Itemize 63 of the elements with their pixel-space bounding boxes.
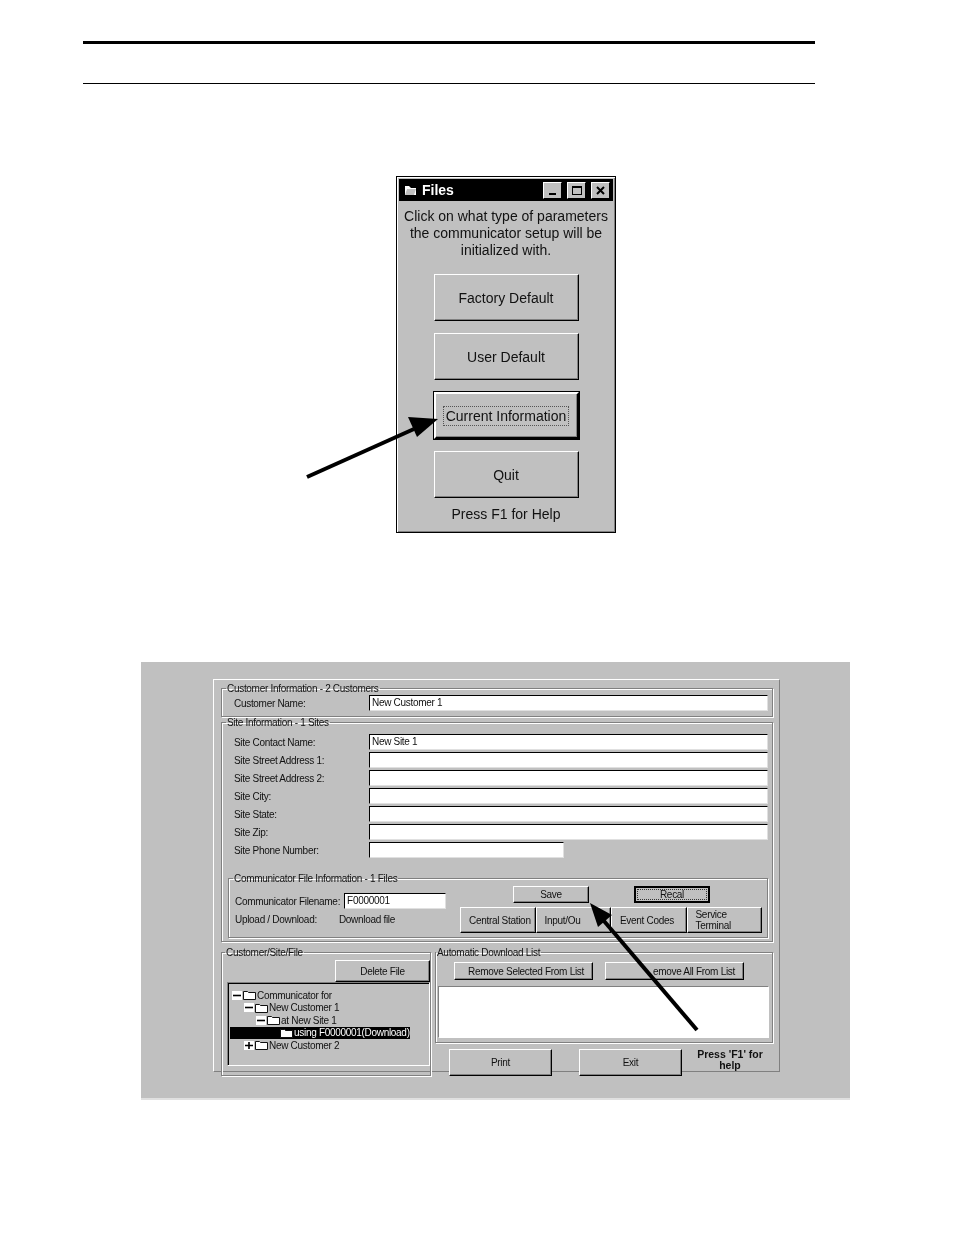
maximize-button[interactable] [567, 181, 586, 199]
folder-icon [255, 1002, 268, 1013]
expand-icon[interactable] [244, 1040, 254, 1050]
field-label: Upload / Download: [235, 914, 317, 925]
mode-value: Download file [338, 914, 396, 925]
field-label: Communicator Filename: [235, 895, 341, 907]
section-button[interactable]: Service Terminal [686, 907, 762, 933]
tree-item[interactable]: New Customer 1 [230, 1001, 340, 1014]
option-button[interactable]: Factory Default [433, 274, 579, 321]
folder-icon [280, 1027, 293, 1038]
input-field[interactable] [369, 824, 768, 840]
tree-item[interactable]: Communicator for [230, 989, 332, 1002]
collapse-icon[interactable] [256, 1015, 266, 1025]
section-button[interactable]: Event Codes [611, 907, 687, 933]
collapse-icon[interactable] [244, 1003, 254, 1013]
tree-item[interactable]: using F0000001(Download) [230, 1026, 410, 1039]
section-button[interactable]: Central Station [460, 907, 536, 933]
close-icon [596, 185, 605, 195]
input-field[interactable] [369, 752, 768, 768]
group-title: Customer Information - 2 Customers [226, 683, 380, 694]
group-title: Customer/Site/File [225, 947, 304, 958]
field-label: Site Zip: [234, 826, 269, 838]
group-title: Site Information - 1 Sites [226, 717, 330, 728]
field-label: Site Street Address 2: [234, 772, 326, 784]
group-title: Automatic Download List [436, 947, 542, 958]
list-button[interactable]: Remove Selected From List [454, 962, 593, 980]
option-button[interactable]: Current Information [433, 392, 579, 439]
list-button[interactable]: emove All From List [605, 962, 744, 980]
minimize-icon [549, 192, 556, 195]
close-button[interactable] [591, 181, 610, 199]
collapse-icon[interactable] [232, 990, 242, 1000]
maximize-icon [571, 185, 582, 195]
action-button[interactable]: Save [513, 886, 589, 903]
footer-button[interactable]: Exit [579, 1049, 682, 1076]
tree-item[interactable]: New Customer 2 [230, 1039, 340, 1052]
input-field[interactable] [369, 770, 768, 786]
field-label: Site Contact Name: [234, 736, 317, 748]
action-button[interactable]: Recal [634, 886, 710, 903]
tree-item[interactable]: at New Site 1 [230, 1014, 337, 1027]
input-field[interactable]: New Customer 1 [369, 695, 768, 711]
delete-file-button[interactable]: Delete File [335, 960, 430, 982]
input-field[interactable] [369, 806, 768, 822]
input-field[interactable] [369, 788, 768, 804]
folder-icon [404, 184, 417, 196]
download-list[interactable] [438, 986, 769, 1038]
field-label: Site State: [234, 808, 278, 820]
folder-icon [243, 990, 256, 1001]
help-text: Press F1 for Help [451, 506, 561, 522]
field-label: Site City: [234, 790, 272, 802]
help-text: Press 'F1' for help [696, 1049, 764, 1071]
field-label: Customer Name: [234, 697, 307, 709]
option-button[interactable]: User Default [433, 333, 579, 380]
input-field[interactable] [369, 842, 564, 858]
minimize-button[interactable] [543, 181, 562, 199]
input-field[interactable]: New Site 1 [369, 734, 768, 750]
window-title: Files [422, 182, 455, 198]
filename-field[interactable]: F0000001 [344, 893, 447, 909]
field-label: Site Phone Number: [234, 844, 320, 856]
field-label: Site Street Address 1: [234, 754, 326, 766]
group-title: Communicator File Information - 1 Files [233, 873, 399, 884]
option-button[interactable]: Quit [433, 451, 579, 498]
instruction-text: Click on what type of parameters the communicator setup will be initialized with. [403, 208, 609, 259]
footer-button[interactable]: Print [449, 1049, 552, 1076]
